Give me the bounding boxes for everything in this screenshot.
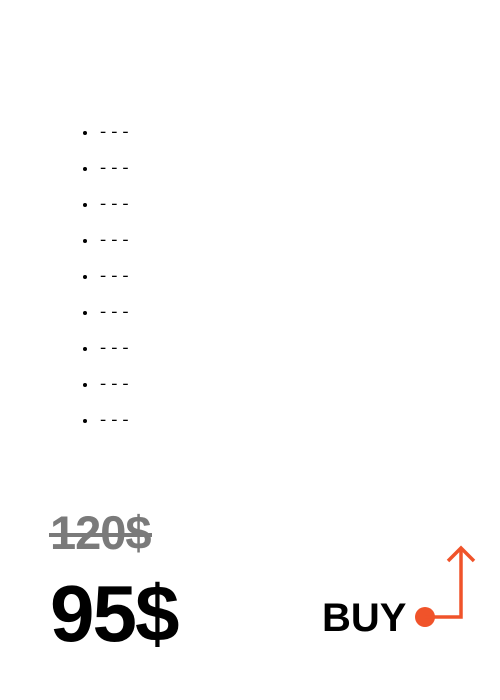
feature-item: ---	[98, 368, 132, 404]
strikethrough-line	[49, 533, 152, 537]
feature-item: ---	[98, 296, 132, 332]
feature-item: ---	[98, 224, 132, 260]
buy-label: BUY	[322, 596, 407, 640]
feature-list: --- --- --- --- --- --- --- --- ---	[52, 116, 132, 440]
feature-item: ---	[98, 188, 132, 224]
feature-item: ---	[98, 332, 132, 368]
feature-item: ---	[98, 260, 132, 296]
new-price: 95$	[50, 569, 179, 658]
old-price: 120$	[49, 505, 152, 561]
buy-button[interactable]: BUY	[320, 540, 480, 650]
feature-item: ---	[98, 152, 132, 188]
feature-item: ---	[98, 116, 132, 152]
feature-item: ---	[98, 404, 132, 440]
arrow-up-icon	[415, 545, 476, 627]
arrow-path	[425, 548, 463, 619]
